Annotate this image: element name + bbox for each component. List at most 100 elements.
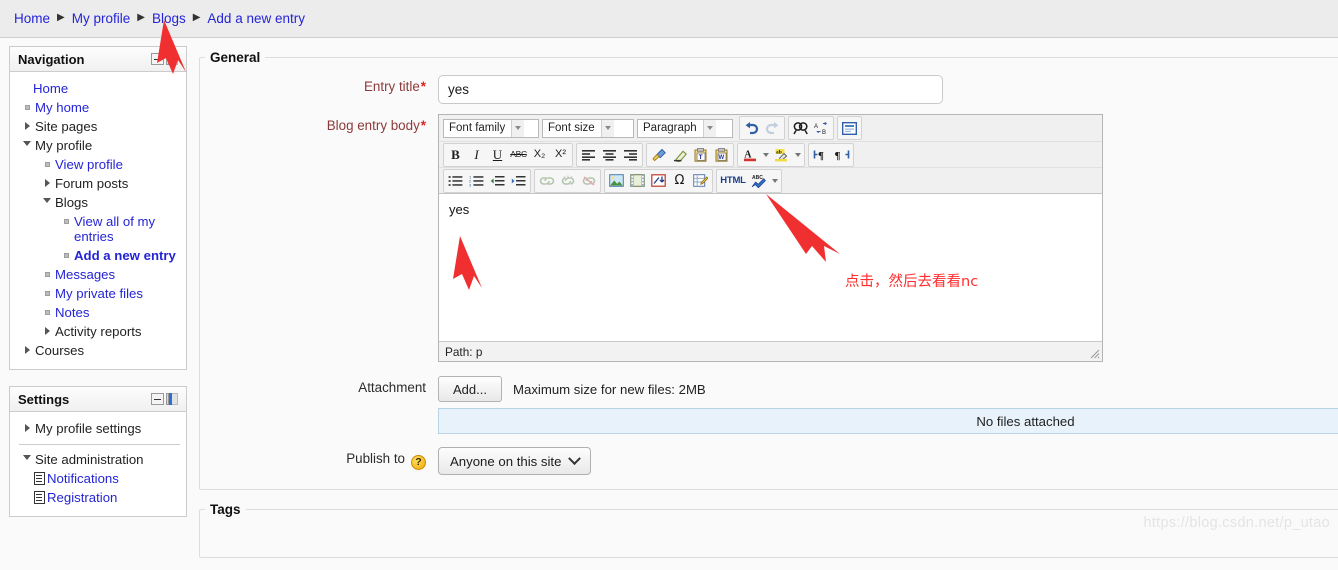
insert-link-icon[interactable]	[536, 171, 557, 191]
entry-title-input[interactable]	[438, 75, 943, 104]
sidebar-item-label[interactable]: Messages	[55, 267, 115, 282]
sidebar-item-view-all-of-my-entries[interactable]: View all of my entries	[17, 212, 182, 246]
cleanup-icon[interactable]	[648, 145, 669, 165]
sidebar-item-label[interactable]: Add a new entry	[74, 248, 176, 263]
sidebar-item-label[interactable]: Home	[33, 81, 68, 96]
sidebar-item-my-private-files[interactable]: My private files	[17, 284, 182, 303]
breadcrumb-item-add-a-new-entry[interactable]: Add a new entry	[207, 11, 305, 26]
find-icon[interactable]	[790, 118, 811, 138]
sidebar-item-courses[interactable]: Courses	[17, 341, 182, 360]
square-bullet-icon	[58, 248, 74, 263]
sidebar-item-notes[interactable]: Notes	[17, 303, 182, 322]
bold-icon[interactable]: B	[445, 145, 466, 165]
sidebar-item-my-home[interactable]: My home	[17, 98, 182, 117]
sidebar-item-label[interactable]: View profile	[55, 157, 123, 172]
insert-media-icon[interactable]	[627, 171, 648, 191]
sidebar-item-my-profile[interactable]: My profile	[17, 136, 182, 155]
numbered-list-icon[interactable]: 123	[466, 171, 487, 191]
fullscreen-icon[interactable]	[839, 118, 860, 138]
sidebar-item-site-pages[interactable]: Site pages	[17, 117, 182, 136]
paste-word-icon[interactable]: W	[711, 145, 732, 165]
chevron-down-icon[interactable]	[760, 145, 771, 165]
insert-anchor-icon[interactable]	[648, 171, 669, 191]
edit-table-icon[interactable]	[690, 171, 711, 191]
minus-icon[interactable]	[151, 53, 164, 65]
underline-icon[interactable]: U	[487, 145, 508, 165]
sidebar-item-forum-posts[interactable]: Forum posts	[17, 174, 182, 193]
paste-text-icon[interactable]: T	[690, 145, 711, 165]
editor-content-area[interactable]: yes	[439, 193, 1102, 341]
sidebar-item-label[interactable]: My home	[35, 100, 89, 115]
outdent-icon[interactable]	[487, 171, 508, 191]
spellcheck-icon[interactable]: ABC	[748, 171, 769, 191]
subscript-icon[interactable]: X₂	[529, 145, 550, 165]
special-character-icon[interactable]: Ω	[669, 171, 690, 191]
file-manager-empty-area[interactable]: No files attached	[438, 408, 1338, 434]
chevron-down-icon[interactable]	[702, 119, 716, 137]
sidebar-item-messages[interactable]: Messages	[17, 265, 182, 284]
sidebar-item-home[interactable]: Home	[17, 79, 182, 98]
dock-icon[interactable]	[166, 53, 180, 65]
triangle-right-icon[interactable]	[19, 421, 35, 436]
rich-text-editor: Font family Font size Paragraph A B B I …	[438, 114, 1103, 362]
sidebar-item-label[interactable]: My private files	[55, 286, 143, 301]
sidebar-item-label[interactable]: Notes	[55, 305, 89, 320]
insert-image-icon[interactable]	[606, 171, 627, 191]
italic-icon[interactable]: I	[466, 145, 487, 165]
sidebar-item-add-a-new-entry[interactable]: Add a new entry	[17, 246, 182, 265]
indent-icon[interactable]	[508, 171, 529, 191]
triangle-down-icon[interactable]	[19, 138, 35, 153]
background-color-icon[interactable]: ab	[771, 145, 792, 165]
find-replace-icon[interactable]: AB	[811, 118, 832, 138]
triangle-right-icon[interactable]	[39, 324, 55, 339]
strikethrough-icon[interactable]: ABC	[508, 145, 529, 165]
chevron-down-icon[interactable]	[792, 145, 803, 165]
sidebar-item-blogs[interactable]: Blogs	[17, 193, 182, 212]
redo-icon[interactable]	[762, 118, 783, 138]
direction-ltr-icon[interactable]: ¶	[810, 145, 831, 165]
font-size-select[interactable]: Font size	[542, 118, 634, 138]
html-source-icon[interactable]: HTML	[718, 171, 748, 191]
sidebar-item-registration[interactable]: Registration	[17, 488, 182, 507]
add-attachment-button[interactable]: Add...	[438, 376, 502, 402]
remove-format-icon[interactable]	[669, 145, 690, 165]
publish-to-select[interactable]: Anyone on this site	[438, 447, 592, 475]
paragraph-format-select[interactable]: Paragraph	[637, 118, 733, 138]
font-family-select[interactable]: Font family	[443, 118, 539, 138]
sidebar-item-my-profile-settings[interactable]: My profile settings	[17, 419, 182, 438]
sidebar-item-activity-reports[interactable]: Activity reports	[17, 322, 182, 341]
unlink-icon[interactable]	[557, 171, 578, 191]
bullet-list-icon[interactable]	[445, 171, 466, 191]
sidebar-item-site-administration[interactable]: Site administration	[17, 450, 182, 469]
chevron-down-icon[interactable]	[769, 171, 780, 191]
triangle-right-icon[interactable]	[39, 176, 55, 191]
align-left-icon[interactable]	[578, 145, 599, 165]
text-color-icon[interactable]: A	[739, 145, 760, 165]
attachment-row: Attachment Add... Maximum size for new f…	[200, 376, 1338, 434]
align-center-icon[interactable]	[599, 145, 620, 165]
chevron-down-icon[interactable]	[600, 119, 614, 137]
sidebar-item-label[interactable]: Registration	[47, 490, 117, 505]
breadcrumb-item-home[interactable]: Home	[14, 11, 50, 26]
sidebar-item-label[interactable]: Notifications	[47, 471, 119, 486]
breadcrumb-item-blogs[interactable]: Blogs	[152, 11, 186, 26]
triangle-down-icon[interactable]	[39, 195, 55, 210]
breadcrumb-item-my-profile[interactable]: My profile	[72, 11, 131, 26]
triangle-down-icon[interactable]	[19, 452, 35, 467]
sidebar-item-label[interactable]: View all of my entries	[74, 214, 172, 244]
remove-link-icon[interactable]	[578, 171, 599, 191]
sidebar-item-notifications[interactable]: Notifications	[17, 469, 182, 488]
triangle-right-icon[interactable]	[19, 119, 35, 134]
undo-icon[interactable]	[741, 118, 762, 138]
dock-icon[interactable]	[166, 393, 180, 405]
superscript-icon[interactable]: X²	[550, 145, 571, 165]
triangle-right-icon[interactable]	[19, 343, 35, 358]
chevron-down-icon[interactable]	[511, 119, 525, 137]
direction-rtl-icon[interactable]: ¶	[831, 145, 852, 165]
sidebar-item-view-profile[interactable]: View profile	[17, 155, 182, 174]
minus-icon[interactable]	[151, 393, 164, 405]
resize-grip-icon[interactable]	[1089, 348, 1100, 359]
help-icon[interactable]: ?	[411, 454, 426, 470]
align-right-icon[interactable]	[620, 145, 641, 165]
main-content: General Entry title* Blog entry body*	[187, 38, 1338, 570]
